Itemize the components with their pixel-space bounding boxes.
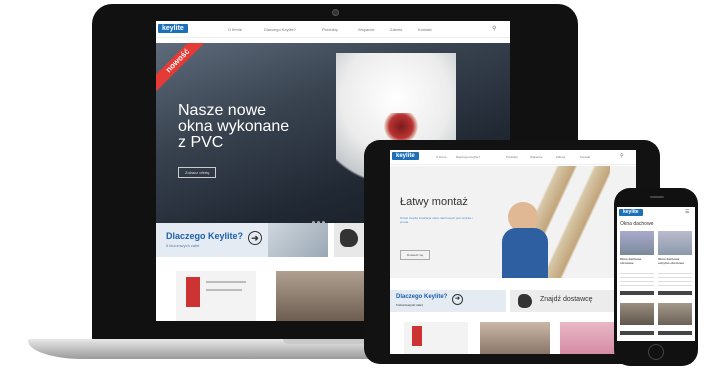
bear-mouth [384,113,418,143]
hero-title-line-3: z PVC [178,134,224,151]
arrow-right-icon[interactable]: ➜ [452,294,463,305]
tablet-promo-title: Dlaczego Keylite? [396,294,448,300]
tablet-nav-item-2[interactable]: Dlaczego Keylite? [456,155,480,159]
laptop-nav-item-6[interactable]: Kontakt [418,27,432,32]
product-desc-1 [620,273,654,287]
promo-title: Dlaczego Keylite? [166,231,244,241]
tablet-hero-title: Łatwy montaż [400,196,468,208]
tablet-hero: Łatwy montaż Dzięki Keylite instalacja o… [390,166,636,278]
product-name-2[interactable]: Okno dachowe uchylno-obrotowe [658,257,692,265]
window-photo-thumb[interactable] [276,271,366,321]
tablet-nav-item-5[interactable]: Zakres [556,155,565,159]
phone-screen: keylite ☰ Okna dachowe Okno dachowe obro… [617,207,695,341]
hero-title-line-2: okna wykonane [178,118,290,135]
tablet-promo-subtitle: 5 kluczowych zalet [396,303,423,307]
infographic-bar [412,326,422,346]
product-button-3[interactable] [620,331,654,335]
new-ribbon: nowość [156,43,210,93]
tablet-dealer-label: Znajdź dostawcę [540,296,593,303]
tablet-nav-item-1[interactable]: O firmie [436,155,447,159]
laptop-nav-item-1[interactable]: O firmie [228,27,242,32]
phone-home-button[interactable] [648,344,664,360]
hero-title-line-1: Nasze nowe [178,102,267,119]
man-shirt [502,228,548,278]
product-name-1[interactable]: Okno dachowe obrotowe [620,257,654,265]
product-button-2[interactable] [658,291,692,295]
tablet-why-banner[interactable]: Dlaczego Keylite? 5 kluczowych zalet ➜ [390,290,506,312]
infographic-line [206,289,242,291]
tablet-nav-item-4[interactable]: Wsparcie [530,155,543,159]
carousel-dots[interactable] [312,211,327,223]
product-image-1[interactable] [620,231,654,255]
laptop-nav: keylite O firmie Dlaczego Keylite? Produ… [156,21,510,38]
menu-icon[interactable]: ☰ [685,209,689,215]
laptop-nav-item-3[interactable]: Produkty [322,27,338,32]
laptop-nav-item-2[interactable]: Dlaczego Keylite? [264,27,296,32]
laptop-logo[interactable]: keylite [158,24,188,33]
product-image-3[interactable] [620,303,654,325]
phone-logo[interactable]: keylite [619,209,643,216]
product-button-4[interactable] [658,331,692,335]
infographic-bar [186,277,200,307]
laptop-camera [332,9,339,16]
tablet-nav: keylite O firmie Dlaczego Keylite? Produ… [390,150,636,165]
laptop-nav-item-4[interactable]: Wsparcie [358,27,375,32]
tablet-photo-thumb[interactable] [480,322,550,354]
hero-title: Nasze nowe okna wykonane z PVC [178,103,289,151]
phone-speaker [650,196,664,198]
tablet-nav-item-3[interactable]: Produkty [506,155,518,159]
tablet-hero-text: Dzięki Keylite instalacja okien dachowyc… [400,216,473,224]
tablet-infographic[interactable] [404,322,468,354]
map-tile[interactable] [334,223,364,257]
tablet-nav-item-6[interactable]: Kontakt [580,155,590,159]
poland-map-icon [340,229,358,247]
phone-heading: Okna dachowe [620,221,654,227]
product-image-4[interactable] [658,303,692,325]
why-keylite-banner[interactable]: Dlaczego Keylite? 5 kluczowych zalet ➜ [156,223,328,257]
tablet-hero-button[interactable]: Dowiedz się [400,250,431,260]
infographic-line [206,281,246,283]
arrow-right-icon[interactable]: ➜ [248,231,262,245]
search-icon[interactable]: ⚲ [492,25,496,32]
poland-map-icon [518,294,532,308]
tablet-screen: keylite O firmie Dlaczego Keylite? Produ… [390,150,636,354]
tablet-logo[interactable]: keylite [392,152,419,160]
product-image-2[interactable] [658,231,692,255]
laptop-nav-item-5[interactable]: Zakres [390,27,402,32]
search-icon[interactable]: ⚲ [620,153,624,159]
hero-button[interactable]: Zobacz ofertę [178,167,217,178]
infographic-thumb[interactable] [176,271,256,321]
product-button-1[interactable] [620,291,654,295]
product-desc-2 [658,273,692,287]
attic-window-image [268,223,328,257]
promo-subtitle: 5 kluczowych zalet [166,243,200,248]
